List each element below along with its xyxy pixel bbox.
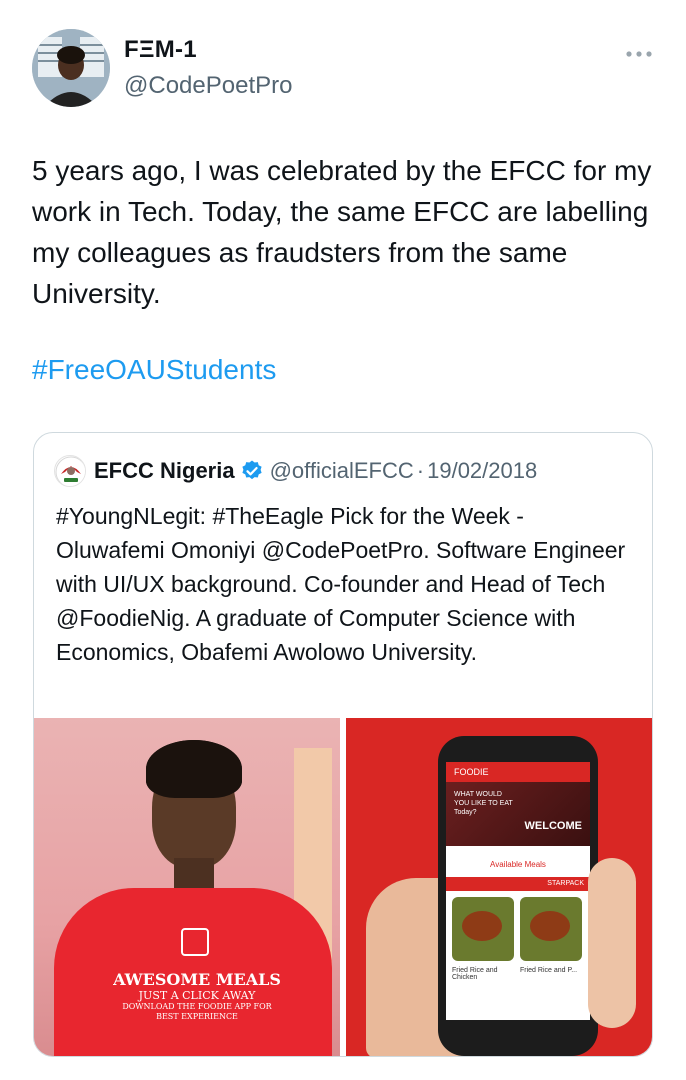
available-meals-label: Available Meals — [490, 860, 546, 869]
quoted-handle[interactable]: @officialEFCC — [270, 458, 414, 484]
shirt-line2: JUST A CLICK AWAY — [138, 989, 256, 1002]
quoted-date[interactable]: 19/02/2018 — [427, 458, 537, 484]
efcc-avatar[interactable] — [54, 455, 86, 487]
author-display-name[interactable]: FΞM-1 — [124, 36, 292, 64]
food-image-2 — [520, 897, 582, 961]
phone-screen: FOODIE WHAT WOULD YOU LIKE TO EAT Today?… — [446, 762, 590, 1020]
food-image-1 — [452, 897, 514, 961]
app-hero: WHAT WOULD YOU LIKE TO EAT Today? WELCOM… — [446, 782, 590, 846]
thumb — [588, 858, 636, 1028]
shirt-logo-icon — [181, 928, 209, 956]
food-label-1: Fried Rice and Chicken — [452, 967, 498, 981]
tweet-text: 5 years ago, I was celebrated by the EFC… — [32, 155, 652, 309]
separator-dot: · — [416, 458, 425, 483]
photo-person[interactable]: AWESOME MEALS JUST A CLICK AWAY DOWNLOAD… — [34, 718, 340, 1056]
quoted-tweet-text: #YoungNLegit: #TheEagle Pick for the Wee… — [56, 503, 626, 665]
shirt-line1: AWESOME MEALS — [113, 970, 281, 989]
quoted-display-name[interactable]: EFCC Nigeria — [94, 458, 235, 484]
author-avatar[interactable] — [32, 29, 110, 107]
tweet-author[interactable]: FΞM-1 @CodePoetPro — [32, 28, 292, 108]
quoted-tweet[interactable]: EFCC Nigeria @officialEFCC · 19/02/2018 … — [33, 432, 653, 1057]
author-handle[interactable]: @CodePoetPro — [124, 72, 292, 100]
starpack-strip: STARPACK — [446, 877, 590, 891]
food-label-2: Fried Rice and P... — [520, 967, 578, 974]
quoted-tweet-header: EFCC Nigeria @officialEFCC · 19/02/2018 — [54, 453, 537, 489]
more-options-icon[interactable] — [626, 38, 652, 64]
hashtag-link[interactable]: #FreeOAUStudents — [32, 354, 276, 386]
hero-text: WHAT WOULD YOU LIKE TO EAT Today? — [454, 791, 513, 816]
verified-badge-icon — [240, 459, 264, 483]
photo-app-ad[interactable]: FOODIE WHAT WOULD YOU LIKE TO EAT Today?… — [346, 718, 652, 1056]
shirt-print: AWESOME MEALS JUST A CLICK AWAY DOWNLOAD… — [112, 970, 282, 1022]
quoted-media: AWESOME MEALS JUST A CLICK AWAY DOWNLOAD… — [34, 718, 652, 1056]
welcome-label: WELCOME — [524, 820, 582, 832]
shirt-line3: DOWNLOAD THE FOODIE APP FOR BEST EXPERIE… — [122, 1002, 272, 1021]
food-grid — [446, 891, 590, 967]
app-title: FOODIE — [446, 762, 590, 782]
tweet: FΞM-1 @CodePoetPro 5 years ago, I was ce… — [0, 0, 686, 1080]
